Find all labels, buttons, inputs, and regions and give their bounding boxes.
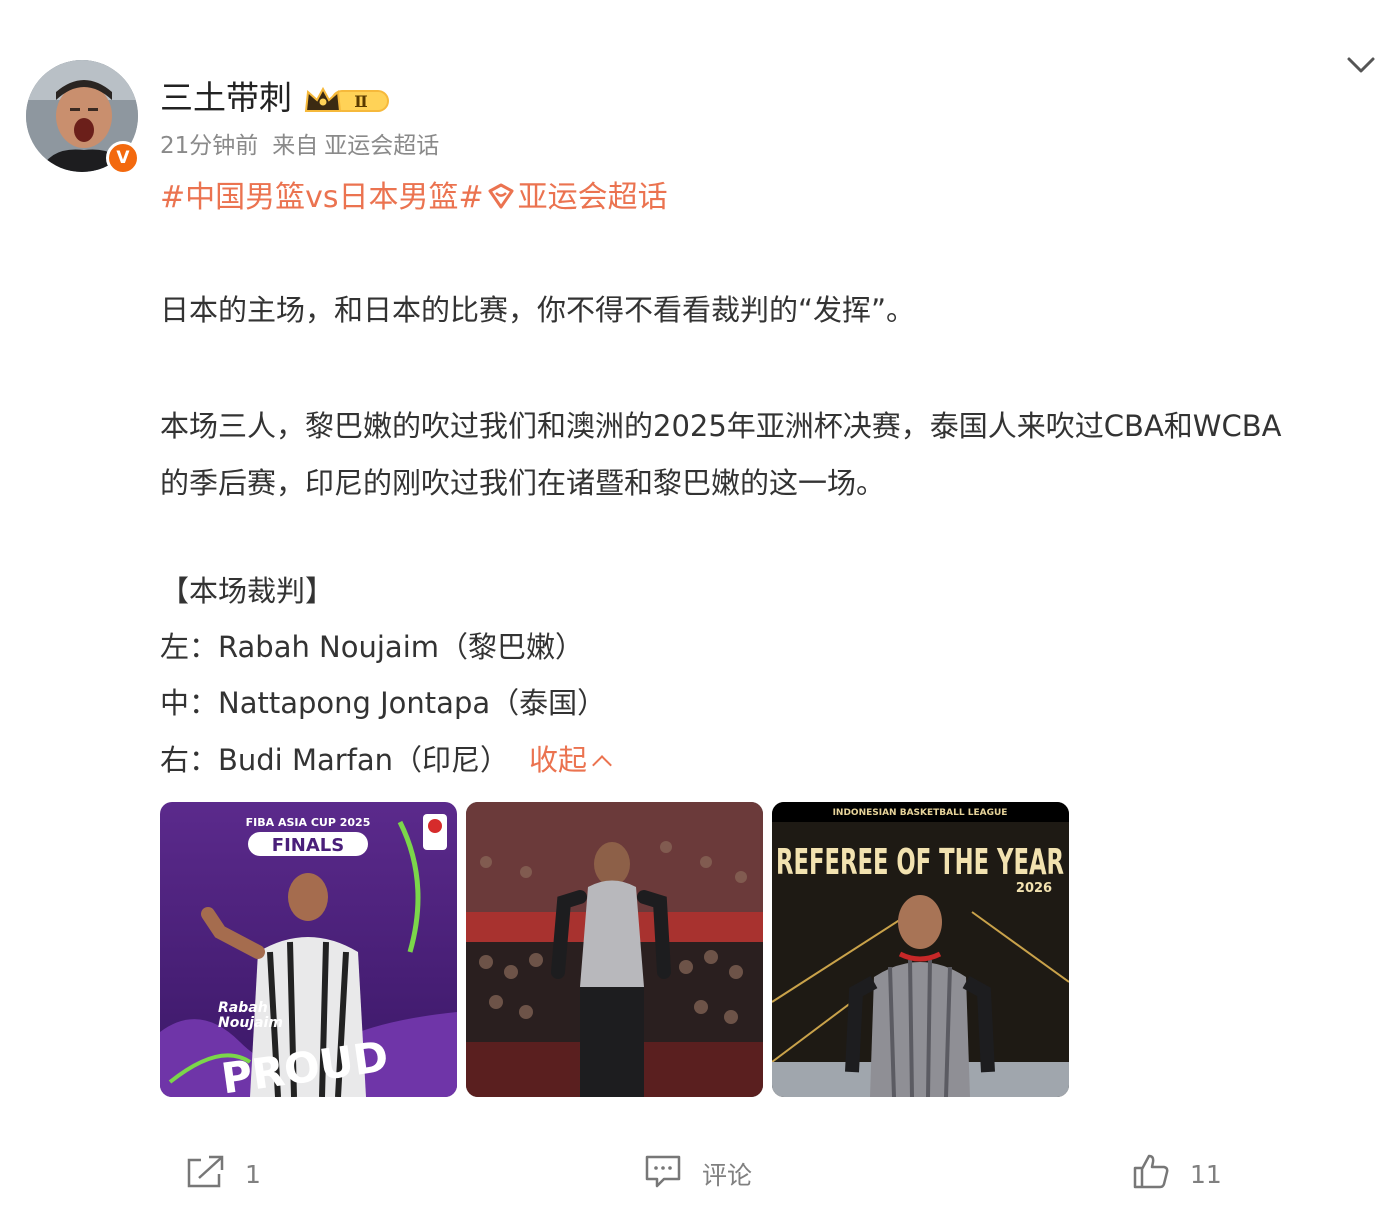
paragraph-line: 本场三人，黎巴嫩的吹过我们和澳洲的2025年亚洲杯决赛，泰国人来吹过CBA和WC… bbox=[160, 409, 1282, 443]
comment-button[interactable]: 评论 bbox=[644, 1150, 752, 1198]
post-meta: 21分钟前 来自 亚运会超话 bbox=[160, 130, 453, 162]
image-text: FIBA ASIA CUP 2025 bbox=[246, 816, 371, 829]
like-count: 11 bbox=[1190, 1159, 1222, 1189]
image-text: Rabah bbox=[218, 1000, 268, 1016]
verified-badge-icon: V bbox=[106, 141, 140, 175]
author-name[interactable]: 三土带刺 bbox=[160, 76, 292, 120]
crown-icon[interactable]: Ⅱ bbox=[303, 84, 393, 116]
image-text: FINALS bbox=[272, 835, 344, 856]
supertopic-link[interactable]: 亚运会超话 bbox=[518, 180, 668, 215]
comment-icon bbox=[644, 1153, 702, 1195]
like-icon bbox=[1132, 1152, 1190, 1196]
post-image-1[interactable]: FIBA ASIA CUP 2025 FINALS Rabah Noujaim … bbox=[160, 802, 457, 1097]
image-text: 2026 bbox=[1016, 881, 1052, 896]
topic-tag-link[interactable]: #中国男篮vs日本男篮# bbox=[160, 180, 484, 215]
share-button[interactable]: 1 bbox=[185, 1150, 261, 1198]
vip-level-label: Ⅱ bbox=[354, 92, 367, 111]
referee-center: 中：Nattapong Jontapa（泰国） bbox=[160, 686, 607, 720]
image-text: INDONESIAN BASKETBALL LEAGUE bbox=[833, 808, 1008, 818]
supertopic-icon bbox=[486, 181, 516, 211]
action-bar: 1 评论 11 bbox=[0, 1150, 1392, 1200]
weibo-post: V 三土带刺 Ⅱ 21分钟前 来自 亚运会超话 #中国男篮vs日本男篮# 亚运会超话 … bbox=[0, 0, 1392, 1210]
referee-right-line: 右：Budi Marfan（印尼） 收起 bbox=[160, 740, 612, 780]
chevron-up-icon bbox=[592, 755, 612, 775]
share-icon bbox=[185, 1153, 245, 1195]
via-label: 来自 bbox=[272, 133, 319, 159]
collapse-label: 收起 bbox=[529, 743, 588, 777]
post-source[interactable]: 亚运会超话 bbox=[324, 133, 439, 159]
post-time[interactable]: 21分钟前 bbox=[160, 133, 258, 159]
post-paragraph: 日本的主场，和日本的比赛，你不得不看看裁判的“发挥”。 bbox=[160, 293, 916, 327]
share-count: 1 bbox=[245, 1159, 261, 1189]
post-paragraph: 本场三人，黎巴嫩的吹过我们和澳洲的2025年亚洲杯决赛，泰国人来吹过CBA和WC… bbox=[160, 398, 1281, 512]
chevron-down-icon[interactable] bbox=[1344, 52, 1378, 78]
like-button[interactable]: 11 bbox=[1132, 1150, 1222, 1198]
image-text: REFEREE OF THE YEAR bbox=[776, 842, 1064, 883]
post-image-2[interactable] bbox=[466, 802, 763, 1097]
comment-label: 评论 bbox=[702, 1161, 753, 1190]
referee-left: 左：Rabah Noujaim（黎巴嫩） bbox=[160, 630, 585, 664]
post-image-3[interactable]: INDONESIAN BASKETBALL LEAGUE REFEREE OF … bbox=[772, 802, 1069, 1097]
topic-tags: #中国男篮vs日本男篮# 亚运会超话 bbox=[160, 177, 668, 219]
collapse-button[interactable]: 收起 bbox=[529, 743, 612, 777]
paragraph-line: 的季后赛，印尼的刚吹过我们在诸暨和黎巴嫩的这一场。 bbox=[160, 466, 886, 500]
referee-heading: 【本场裁判】 bbox=[160, 574, 335, 608]
referee-right: 右：Budi Marfan（印尼） bbox=[160, 743, 510, 777]
image-text: Noujaim bbox=[218, 1015, 283, 1031]
